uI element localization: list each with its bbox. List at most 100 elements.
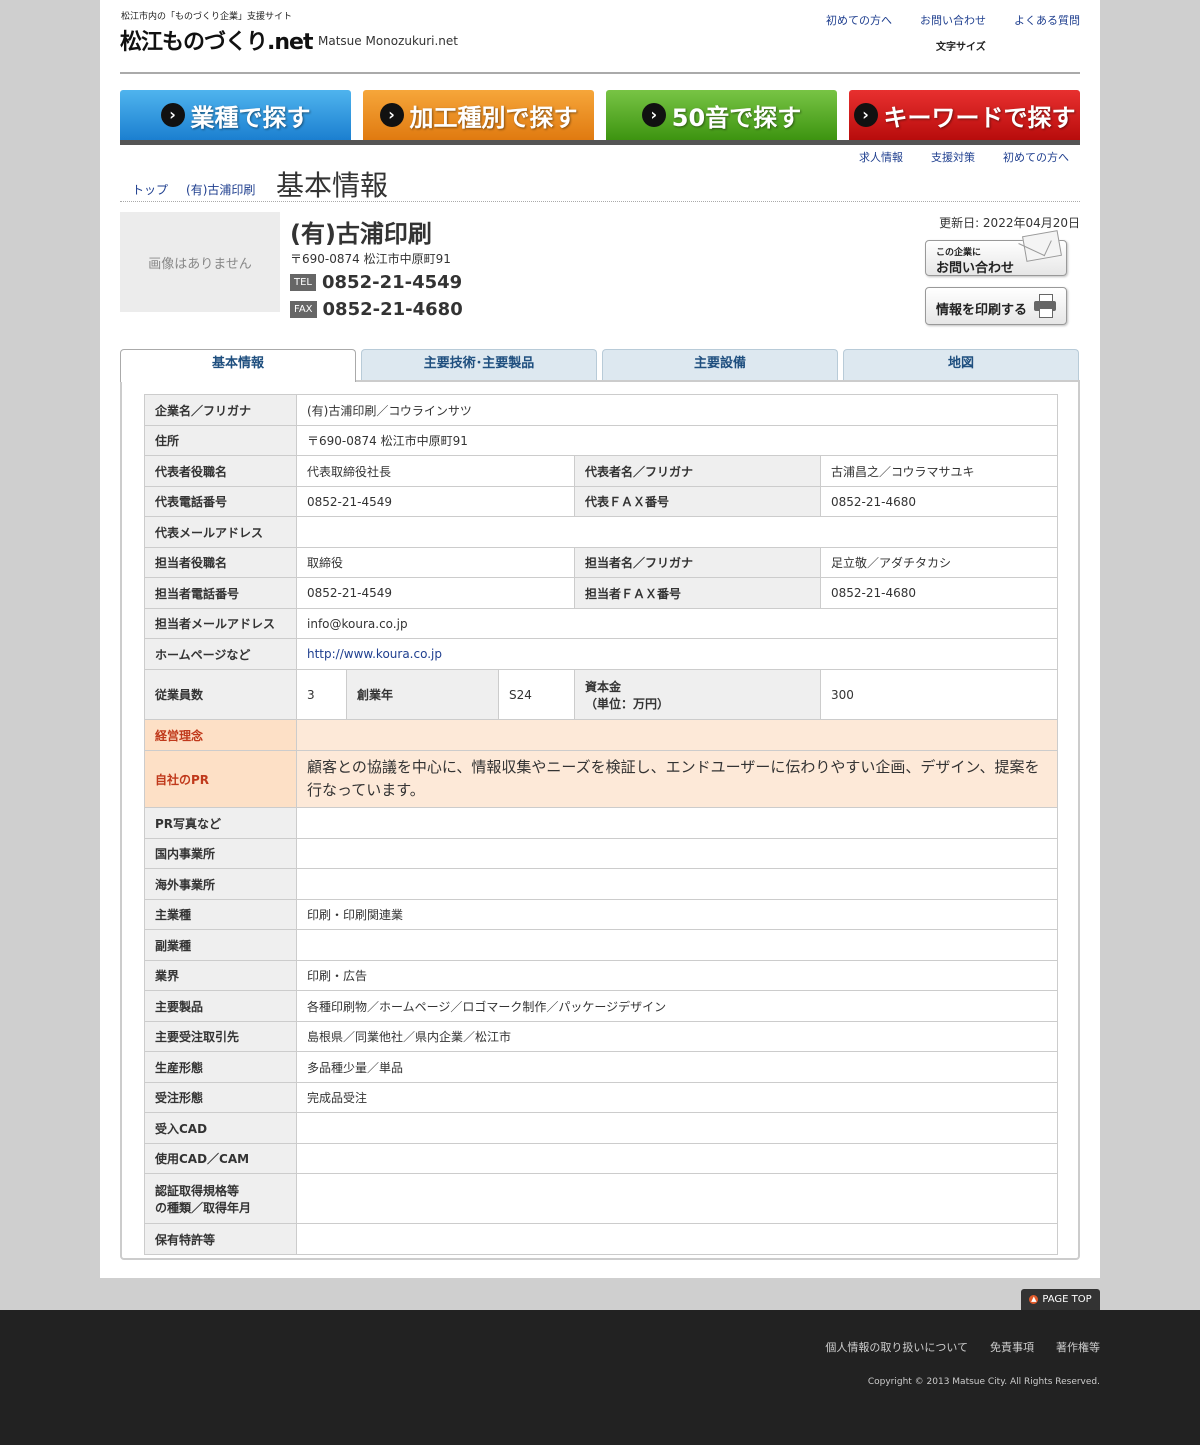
page-top-button[interactable]: ▲ PAGE TOP (1021, 1289, 1100, 1310)
tab-tech-products[interactable]: 主要技術･主要製品 (361, 349, 597, 380)
breadcrumb-company[interactable]: (有)古浦印刷 (186, 181, 255, 198)
table-row: 主要製品 各種印刷物／ホームページ／ロゴマーク制作／パッケージデザイン (144, 990, 1058, 1022)
row-value (296, 1112, 1058, 1144)
company-image-placeholder: 画像はありません (120, 212, 280, 312)
link-disclaimer[interactable]: 免責事項 (990, 1339, 1034, 1355)
nav-search-by-industry[interactable]: › 業種で探す (120, 90, 351, 140)
cert-label: 認証取得規格等 (155, 1183, 240, 1198)
site-logo[interactable]: 松江ものづくり.net (120, 24, 313, 56)
row-label: 保有特許等 (144, 1223, 297, 1255)
link-first-time[interactable]: 初めての方へ (826, 12, 892, 28)
row-value (296, 719, 1058, 751)
homepage-cell: http://www.koura.co.jp (296, 638, 1058, 670)
row-label: 主業種 (144, 899, 297, 930)
capital-unit-label: （単位：万円） (585, 696, 670, 711)
row-value: 0852-21-4680 (820, 486, 1058, 517)
page-container: 松江市内の「ものづくり企業」支援サイト 松江ものづくり.net Matsue M… (100, 0, 1100, 1278)
row-value: 0852-21-4549 (296, 486, 575, 517)
fax-badge: FAX (290, 301, 317, 318)
row-label: 創業年 (346, 669, 499, 720)
page-title: 基本情報 (276, 169, 389, 202)
tab-basic-info[interactable]: 基本情報 (120, 349, 356, 382)
table-row: 代表者役職名 代表取締役社長 代表者名／フリガナ 古浦昌之／コウラマサユキ (144, 455, 1058, 487)
table-row: 代表メールアドレス (144, 516, 1058, 548)
nav-search-by-keyword[interactable]: › キーワードで探す (849, 90, 1080, 140)
row-value (296, 516, 1058, 548)
contact-company-button[interactable]: この企業に お問い合わせ (925, 230, 1067, 276)
nav-label: キーワードで探す (883, 103, 1076, 132)
row-label: ホームページなど (144, 638, 297, 670)
row-value: 古浦昌之／コウラマサユキ (820, 455, 1058, 487)
table-row: ホームページなど http://www.koura.co.jp (144, 638, 1058, 670)
table-row: 企業名／フリガナ (有)古浦印刷／コウラインサツ (144, 394, 1058, 426)
row-label: 受注形態 (144, 1082, 297, 1113)
row-value: 足立敬／アダチタカシ (820, 547, 1058, 578)
updated-date: 更新日: 2022年04月20日 (939, 216, 1080, 230)
row-label: 主要製品 (144, 990, 297, 1022)
sub-nav-links: 求人情報 支援対策 初めての方へ (859, 149, 1069, 165)
table-row: 副業種 (144, 929, 1058, 961)
nav-search-by-process[interactable]: › 加工種別で探す (363, 90, 594, 140)
print-info-button[interactable]: 情報を印刷する (925, 287, 1067, 325)
row-label: 海外事業所 (144, 868, 297, 900)
row-label: 受入CAD (144, 1112, 297, 1144)
row-value: 300 (820, 669, 1058, 720)
row-value: 印刷・広告 (296, 960, 1058, 991)
row-value: 3 (296, 669, 347, 720)
row-label: 代表メールアドレス (144, 516, 297, 548)
row-label: 代表者名／フリガナ (574, 455, 821, 487)
row-label: 代表者役職名 (144, 455, 297, 487)
row-label: 担当者役職名 (144, 547, 297, 578)
nav-label: 業種で探す (190, 103, 311, 132)
row-label: PR写真など (144, 807, 297, 839)
company-fax: FAX 0852-21-4680 (290, 299, 463, 320)
fax-number: 0852-21-4680 (322, 299, 463, 320)
table-row: PR写真など (144, 807, 1058, 839)
table-row: 担当者電話番号 0852-21-4549 担当者ＦＡＸ番号 0852-21-46… (144, 577, 1058, 609)
link-support[interactable]: 支援対策 (931, 149, 975, 165)
header-divider (120, 72, 1080, 74)
row-label: 担当者メールアドレス (144, 608, 297, 639)
tab-panel: 企業名／フリガナ (有)古浦印刷／コウラインサツ 住所 〒690-0874 松江… (120, 380, 1080, 1260)
table-row: 主業種 印刷・印刷関連業 (144, 899, 1058, 930)
table-row: 代表電話番号 0852-21-4549 代表ＦＡＸ番号 0852-21-4680 (144, 486, 1058, 517)
capital-label: 資本金 (585, 679, 622, 694)
header-links: 初めての方へ お問い合わせ よくある質問 (826, 12, 1080, 28)
link-jobs[interactable]: 求人情報 (859, 149, 903, 165)
row-label: 国内事業所 (144, 838, 297, 869)
row-value: 0852-21-4549 (296, 577, 575, 609)
footer-links: 個人情報の取り扱いについて 免責事項 著作権等 (825, 1339, 1100, 1355)
table-row: 海外事業所 (144, 868, 1058, 900)
homepage-link[interactable]: http://www.koura.co.jp (307, 647, 442, 661)
row-value (296, 1223, 1058, 1255)
tab-equipment[interactable]: 主要設備 (602, 349, 838, 380)
nav-label: 50音で探す (671, 103, 802, 132)
row-value (296, 807, 1058, 839)
row-label: 業界 (144, 960, 297, 991)
row-value: 完成品受注 (296, 1082, 1058, 1113)
contact-email[interactable]: info@koura.co.jp (296, 608, 1058, 639)
row-value (296, 1143, 1058, 1174)
tab-map[interactable]: 地図 (843, 349, 1079, 380)
print-button-label: 情報を印刷する (936, 303, 1028, 318)
row-label: 生産形態 (144, 1051, 297, 1083)
row-value (296, 1173, 1058, 1224)
row-label: 自社のPR (144, 750, 297, 808)
nav-search-by-syllabary[interactable]: › 50音で探す (606, 90, 837, 140)
row-label: 従業員数 (144, 669, 297, 720)
link-first-time-sub[interactable]: 初めての方へ (1003, 149, 1069, 165)
link-privacy[interactable]: 個人情報の取り扱いについて (825, 1339, 968, 1355)
table-row: 自社のPR 顧客との協議を中心に、情報収集やニーズを検証し、エンドユーザーに伝わ… (144, 750, 1058, 808)
breadcrumb-top[interactable]: トップ (132, 181, 168, 198)
nav-label: 加工種別で探す (409, 103, 578, 132)
tel-number: 0852-21-4549 (322, 272, 463, 293)
row-label: 担当者電話番号 (144, 577, 297, 609)
table-row: 保有特許等 (144, 1223, 1058, 1255)
row-value: 0852-21-4680 (820, 577, 1058, 609)
link-faq[interactable]: よくある質問 (1014, 12, 1080, 28)
link-contact[interactable]: お問い合わせ (920, 12, 986, 28)
table-row: 認証取得規格等 の種類／取得年月 (144, 1173, 1058, 1224)
link-copyright[interactable]: 著作権等 (1056, 1339, 1100, 1355)
chevron-right-icon: › (379, 103, 404, 127)
table-row: 担当者役職名 取締役 担当者名／フリガナ 足立敬／アダチタカシ (144, 547, 1058, 578)
